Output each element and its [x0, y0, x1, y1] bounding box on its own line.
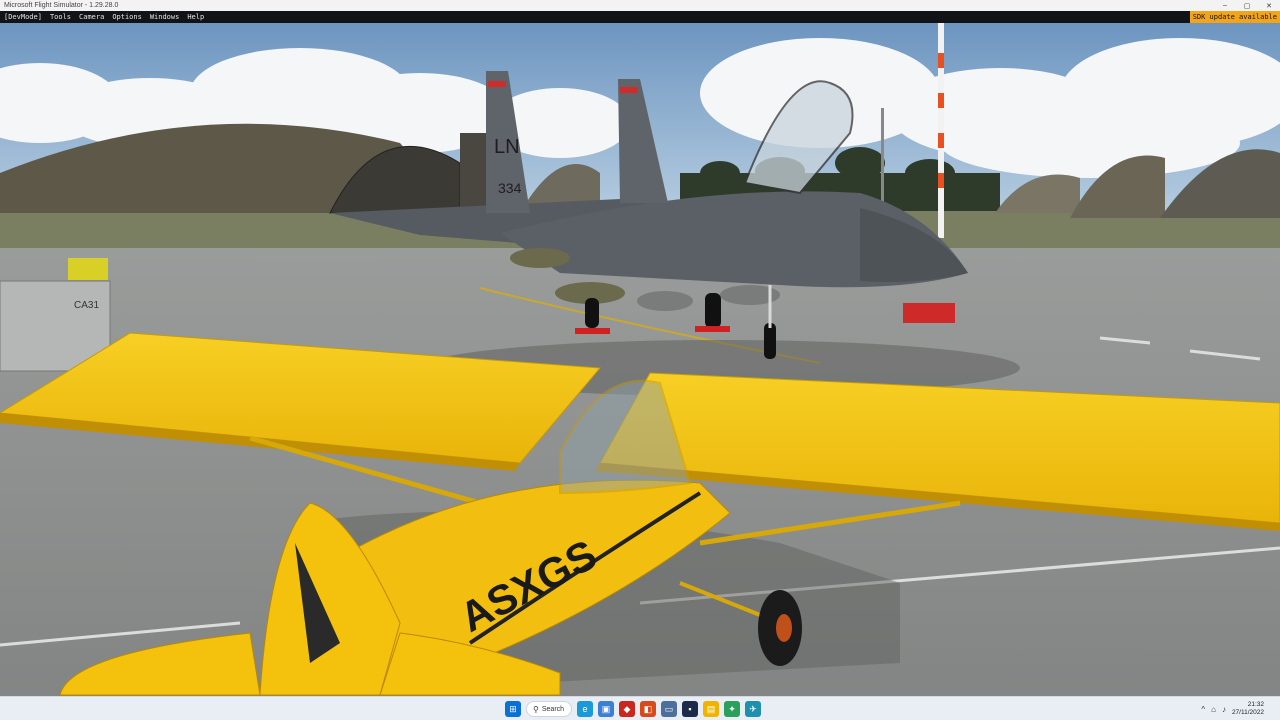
- scene-illustration: CA31 LN 334 ASXGS: [0, 23, 1280, 696]
- cart-label: CA31: [74, 300, 99, 311]
- menu-camera[interactable]: Camera: [75, 13, 108, 21]
- edge-icon[interactable]: e: [577, 701, 593, 717]
- menu-devmode[interactable]: [DevMode]: [0, 13, 46, 21]
- msfs-icon[interactable]: ✈: [745, 701, 761, 717]
- light-pole: [881, 108, 884, 208]
- menu-tools[interactable]: Tools: [46, 13, 75, 21]
- maximize-button[interactable]: ▢: [1236, 0, 1258, 11]
- files-icon[interactable]: ▤: [703, 701, 719, 717]
- search-label: Search: [541, 705, 565, 713]
- app-dark-icon[interactable]: ▪: [682, 701, 698, 717]
- close-button[interactable]: ✕: [1258, 0, 1280, 11]
- system-tray: ^ ⌂ ♪ 21:32 27/11/2022: [1201, 700, 1264, 718]
- clock-date: 27/11/2022: [1231, 709, 1264, 716]
- window-titlebar: Microsoft Flight Simulator - 1.29.28.0 –…: [0, 0, 1280, 11]
- sim-viewport[interactable]: CA31 LN 334 ASXGS: [0, 23, 1280, 696]
- sdk-update-badge[interactable]: SDK update available: [1189, 11, 1280, 23]
- search-icon: ⚲: [533, 704, 539, 714]
- network-icon[interactable]: ⌂: [1211, 705, 1216, 714]
- tail-number: 334: [498, 180, 522, 196]
- menu-windows[interactable]: Windows: [146, 13, 184, 21]
- devmode-menubar: [DevMode] Tools Camera Options Windows H…: [0, 11, 1280, 23]
- tail-code: LN: [494, 136, 520, 158]
- tray-overflow-icon[interactable]: ^: [1201, 705, 1205, 714]
- volume-icon[interactable]: ♪: [1222, 705, 1226, 714]
- taskbar: ⊞ ⚲ Search e ▣ ◆ ◧ ▭ ▪ ▤ ✦ ✈ ^ ⌂ ♪ 21:32…: [0, 696, 1280, 720]
- search-box[interactable]: ⚲ Search: [526, 701, 572, 717]
- app-green-icon[interactable]: ✦: [724, 701, 740, 717]
- app-red-icon[interactable]: ◆: [619, 701, 635, 717]
- photos-icon[interactable]: ▣: [598, 701, 614, 717]
- clock[interactable]: 21:32 27/11/2022: [1232, 701, 1264, 717]
- menu-help[interactable]: Help: [183, 13, 208, 21]
- menu-options[interactable]: Options: [108, 13, 146, 21]
- app-monitor-icon[interactable]: ▭: [661, 701, 677, 717]
- taskbar-apps: ⊞ ⚲ Search e ▣ ◆ ◧ ▭ ▪ ▤ ✦ ✈: [505, 700, 761, 718]
- minimize-button[interactable]: –: [1214, 0, 1236, 11]
- app-office-icon[interactable]: ◧: [640, 701, 656, 717]
- window-title: Microsoft Flight Simulator - 1.29.28.0: [4, 2, 119, 9]
- start-icon[interactable]: ⊞: [505, 701, 521, 717]
- clock-time: 21:32: [1247, 701, 1264, 708]
